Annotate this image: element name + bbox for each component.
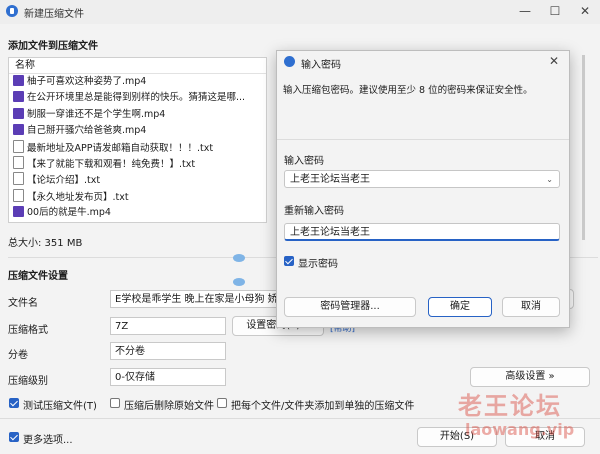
video-file-icon — [13, 107, 24, 119]
video-file-icon — [13, 75, 24, 86]
level-value: 0-仅存储 — [115, 372, 155, 383]
file-row[interactable]: 【论坛介绍】.txt — [9, 172, 266, 188]
file-name: 在公开环境里总是能得到别样的快乐。猜猜这是哪... — [27, 92, 246, 104]
separate-archives-label: 把每个文件/文件夹添加到单独的压缩文件 — [231, 401, 415, 412]
password-input[interactable]: 上老王论坛当老王 ⌄ — [284, 170, 560, 188]
app-icon — [284, 56, 295, 67]
advanced-settings-button[interactable]: 高级设置 » — [470, 367, 590, 387]
main-title-bar: 新建压缩文件 — ☐ ✕ — [0, 0, 600, 24]
cloud-icon — [233, 254, 245, 262]
level-select[interactable]: 0-仅存储 — [110, 368, 226, 386]
video-file-icon — [13, 91, 24, 103]
file-row[interactable]: 制服一穿谁还不是个学生啊.mp4 — [9, 107, 266, 123]
file-name: 最新地址及APP请发邮箱自动获取！！！.txt — [27, 142, 214, 154]
test-archive-label: 测试压缩文件(T) — [23, 401, 97, 412]
file-name: 自己掰开骚穴给爸爸爽.mp4 — [27, 125, 147, 137]
filename-label: 文件名 — [8, 298, 38, 309]
chevron-down-icon[interactable]: ⌄ — [546, 171, 553, 188]
ok-button[interactable]: 确定 — [428, 297, 492, 317]
app-icon — [6, 5, 18, 17]
split-value: 不分卷 — [115, 346, 145, 357]
dialog-title-bar: 输入密码 ✕ — [277, 51, 569, 73]
files-section-heading: 添加文件到压缩文件 — [8, 41, 98, 52]
file-row[interactable]: 【永久地址发布页】.txt — [9, 188, 266, 205]
file-row[interactable]: 最新地址及APP请发邮箱自动获取！！！.txt — [9, 139, 266, 156]
file-name: 【永久地址发布页】.txt — [27, 191, 129, 203]
show-password-checkbox[interactable] — [284, 256, 294, 266]
window-title: 新建压缩文件 — [24, 9, 84, 20]
file-row[interactable]: 自己掰开骚穴给爸爸爽.mp4 — [9, 123, 266, 139]
split-label: 分卷 — [8, 350, 28, 361]
file-list[interactable]: 名称 柚子可喜欢这种姿势了.mp4 在公开环境里总是能得到别样的快乐。猜猜这是哪.… — [8, 57, 267, 223]
format-select[interactable]: 7Z — [110, 317, 226, 335]
cloud-icon — [233, 278, 245, 286]
format-value: 7Z — [115, 321, 129, 332]
file-name: 制服一穿谁还不是个学生啊.mp4 — [27, 108, 166, 120]
password-value: 上老王论坛当老王 — [290, 174, 370, 185]
watermark-url: laowang.vip — [465, 420, 575, 439]
file-name: 【论坛介绍】.txt — [27, 175, 101, 187]
more-options-checkbox[interactable] — [9, 432, 19, 442]
more-options-label: 更多选项... — [23, 435, 73, 446]
format-label: 压缩格式 — [8, 325, 48, 336]
divider — [277, 139, 569, 140]
split-select[interactable]: 不分卷 — [110, 342, 226, 360]
video-file-icon — [13, 206, 24, 218]
filename-input[interactable]: E学校是乖学生 晚上在家是小母狗 娇小可 — [110, 290, 280, 308]
minimize-button[interactable]: — — [510, 0, 540, 24]
level-label: 压缩级别 — [8, 376, 48, 387]
test-archive-checkbox[interactable] — [9, 398, 19, 408]
file-row[interactable]: 00后的就是牛.mp4 — [9, 205, 266, 221]
settings-heading: 压缩文件设置 — [8, 271, 68, 282]
total-size: 总大小: 351 MB — [8, 238, 83, 249]
text-file-icon — [13, 139, 24, 153]
dialog-close-button[interactable]: ✕ — [549, 54, 559, 68]
video-file-icon — [13, 124, 24, 136]
confirm-password-input[interactable]: 上老王论坛当老王 — [284, 223, 560, 241]
show-password-label: 显示密码 — [298, 259, 338, 270]
file-name: 柚子可喜欢这种姿势了.mp4 — [27, 76, 147, 87]
confirm-password-label: 重新输入密码 — [284, 206, 344, 217]
separate-archives-checkbox[interactable] — [217, 398, 227, 408]
maximize-button[interactable]: ☐ — [540, 0, 570, 24]
file-name: 00后的就是牛.mp4 — [27, 207, 111, 219]
watermark-text: 老王论坛 — [458, 392, 562, 420]
dialog-cancel-button[interactable]: 取消 — [502, 297, 560, 317]
confirm-password-value: 上老王论坛当老王 — [290, 227, 370, 238]
text-file-icon — [13, 188, 24, 202]
text-file-icon — [13, 155, 24, 169]
file-name: 【来了就能下载和观看！纯免费！】.txt — [27, 158, 196, 170]
dialog-description: 输入压缩包密码。建议使用至少 8 位的密码来保证安全性。 — [283, 85, 533, 96]
close-button[interactable]: ✕ — [570, 0, 600, 24]
file-row[interactable]: 在公开环境里总是能得到别样的快乐。猜猜这是哪... — [9, 90, 266, 106]
password-label: 输入密码 — [284, 156, 324, 167]
password-manager-button[interactable]: 密码管理器... — [284, 297, 416, 317]
column-header-name[interactable]: 名称 — [9, 58, 266, 74]
text-file-icon — [13, 172, 24, 186]
dialog-title: 输入密码 — [301, 60, 341, 71]
file-row[interactable]: 柚子可喜欢这种姿势了.mp4 — [9, 74, 266, 90]
delete-originals-checkbox[interactable] — [110, 398, 120, 408]
delete-originals-label: 压缩后删除原始文件 — [124, 401, 214, 412]
file-row[interactable]: 【来了就能下载和观看！纯免费！】.txt — [9, 155, 266, 172]
password-dialog: 输入密码 ✕ 输入压缩包密码。建议使用至少 8 位的密码来保证安全性。 输入密码… — [276, 50, 570, 328]
scrollbar[interactable] — [582, 55, 585, 240]
